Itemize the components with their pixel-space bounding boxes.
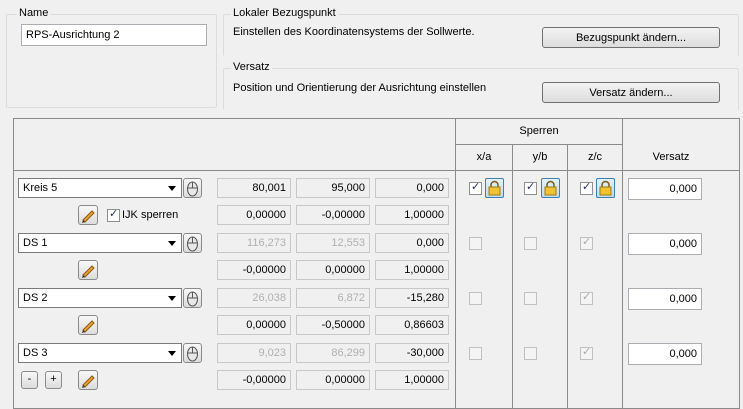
grid-divider bbox=[567, 144, 568, 409]
name-input[interactable]: RPS-Ausrichtung 2 bbox=[21, 24, 207, 46]
lock-x-checkbox[interactable] bbox=[469, 347, 482, 360]
vector-i: -0,00000 bbox=[217, 260, 291, 280]
mouse-pick-button[interactable] bbox=[183, 233, 202, 253]
lock-z-checkbox[interactable] bbox=[580, 180, 593, 195]
padlock-icon bbox=[599, 180, 612, 196]
remove-row-button[interactable]: - bbox=[21, 371, 38, 389]
header-offset: Versatz bbox=[652, 151, 690, 163]
chevron-down-icon bbox=[166, 237, 179, 249]
header-x: x/a bbox=[476, 151, 492, 163]
value-y: 12,553 bbox=[296, 233, 370, 253]
offset-input[interactable]: 0,000 bbox=[628, 178, 702, 200]
header-y: y/b bbox=[532, 151, 548, 163]
lock-y-checkbox[interactable] bbox=[524, 347, 537, 360]
value-x: 9,023 bbox=[217, 343, 291, 363]
mouse-pick-button[interactable] bbox=[183, 343, 202, 363]
vector-k: 1,00000 bbox=[375, 260, 449, 280]
header-z: z/c bbox=[587, 151, 603, 163]
grid-divider bbox=[512, 144, 513, 409]
mouse-pick-button[interactable] bbox=[183, 288, 202, 308]
pencil-icon bbox=[82, 210, 95, 223]
lock-z-checkbox[interactable] bbox=[580, 345, 593, 360]
vector-k: 1,00000 bbox=[375, 205, 449, 225]
value-x: 116,273 bbox=[217, 233, 291, 253]
chevron-down-icon bbox=[166, 182, 179, 194]
value-x: 80,001 bbox=[217, 178, 291, 198]
header-lock-group: Sperren bbox=[519, 125, 559, 137]
padlock-icon bbox=[488, 180, 501, 196]
feature-select[interactable]: DS 2 bbox=[18, 288, 182, 308]
grid-divider bbox=[13, 170, 740, 171]
mouse-icon bbox=[187, 236, 198, 252]
value-x: 26,038 bbox=[217, 288, 291, 308]
lock-x-checkbox[interactable] bbox=[469, 180, 482, 195]
value-z: 0,000 bbox=[375, 233, 449, 253]
chevron-down-icon bbox=[166, 347, 179, 359]
pencil-icon bbox=[82, 375, 95, 388]
padlock-icon bbox=[544, 180, 557, 196]
lock-z-checkbox[interactable] bbox=[580, 235, 593, 250]
offset-input[interactable]: 0,000 bbox=[628, 343, 702, 365]
ijk-lock-label: IJK sperren bbox=[122, 209, 179, 221]
value-z: -15,280 bbox=[375, 288, 449, 308]
mouse-icon bbox=[187, 346, 198, 362]
vector-i: 0,00000 bbox=[217, 315, 291, 335]
feature-select-value: DS 2 bbox=[23, 292, 48, 304]
vector-j: 0,00000 bbox=[296, 260, 370, 280]
edit-button[interactable] bbox=[78, 370, 98, 390]
value-y: 6,872 bbox=[296, 288, 370, 308]
vector-j: -0,50000 bbox=[296, 315, 370, 335]
feature-select-value: DS 3 bbox=[23, 347, 48, 359]
offset-group-label: Versatz bbox=[231, 61, 272, 73]
vector-i: -0,00000 bbox=[217, 370, 291, 390]
vector-j: 0,00000 bbox=[296, 370, 370, 390]
edit-button[interactable] bbox=[78, 205, 98, 225]
name-group-label: Name bbox=[17, 7, 51, 19]
vector-k: 1,00000 bbox=[375, 370, 449, 390]
mouse-icon bbox=[187, 181, 198, 197]
feature-select[interactable]: DS 3 bbox=[18, 343, 182, 363]
lock-y-button[interactable] bbox=[541, 178, 560, 198]
feature-select[interactable]: DS 1 bbox=[18, 233, 182, 253]
lock-y-checkbox[interactable] bbox=[524, 237, 537, 250]
feature-select-value: DS 1 bbox=[23, 237, 48, 249]
vector-j: -0,00000 bbox=[296, 205, 370, 225]
lock-y-checkbox[interactable] bbox=[524, 180, 537, 195]
ijk-lock-checkbox[interactable] bbox=[107, 207, 120, 222]
value-y: 95,000 bbox=[296, 178, 370, 198]
pencil-icon bbox=[82, 320, 95, 333]
vector-k: 0,86603 bbox=[375, 315, 449, 335]
lock-x-checkbox[interactable] bbox=[469, 292, 482, 305]
feature-select[interactable]: Kreis 5 bbox=[18, 178, 182, 198]
lock-z-button[interactable] bbox=[596, 178, 615, 198]
reference-description: Einstellen des Koordinatensystems der So… bbox=[233, 26, 475, 38]
feature-select-value: Kreis 5 bbox=[23, 182, 58, 194]
add-row-button[interactable]: + bbox=[45, 371, 62, 389]
vector-i: 0,00000 bbox=[217, 205, 291, 225]
value-y: 86,299 bbox=[296, 343, 370, 363]
lock-x-button[interactable] bbox=[485, 178, 504, 198]
grid-divider bbox=[455, 144, 622, 145]
offset-input[interactable]: 0,000 bbox=[628, 288, 702, 310]
offset-description: Position und Orientierung der Ausrichtun… bbox=[233, 82, 487, 94]
edit-button[interactable] bbox=[78, 315, 98, 335]
lock-z-checkbox[interactable] bbox=[580, 290, 593, 305]
pencil-icon bbox=[82, 265, 95, 278]
lock-y-checkbox[interactable] bbox=[524, 292, 537, 305]
mouse-icon bbox=[187, 291, 198, 307]
offset-input[interactable]: 0,000 bbox=[628, 233, 702, 255]
value-z: -30,000 bbox=[375, 343, 449, 363]
mouse-pick-button[interactable] bbox=[183, 178, 202, 198]
edit-button[interactable] bbox=[78, 260, 98, 280]
reference-group-label: Lokaler Bezugspunkt bbox=[231, 7, 338, 19]
lock-x-checkbox[interactable] bbox=[469, 237, 482, 250]
chevron-down-icon bbox=[166, 292, 179, 304]
change-reference-button[interactable]: Bezugspunkt ändern... bbox=[542, 27, 720, 48]
value-z: 0,000 bbox=[375, 178, 449, 198]
change-offset-button[interactable]: Versatz ändern... bbox=[542, 82, 720, 103]
